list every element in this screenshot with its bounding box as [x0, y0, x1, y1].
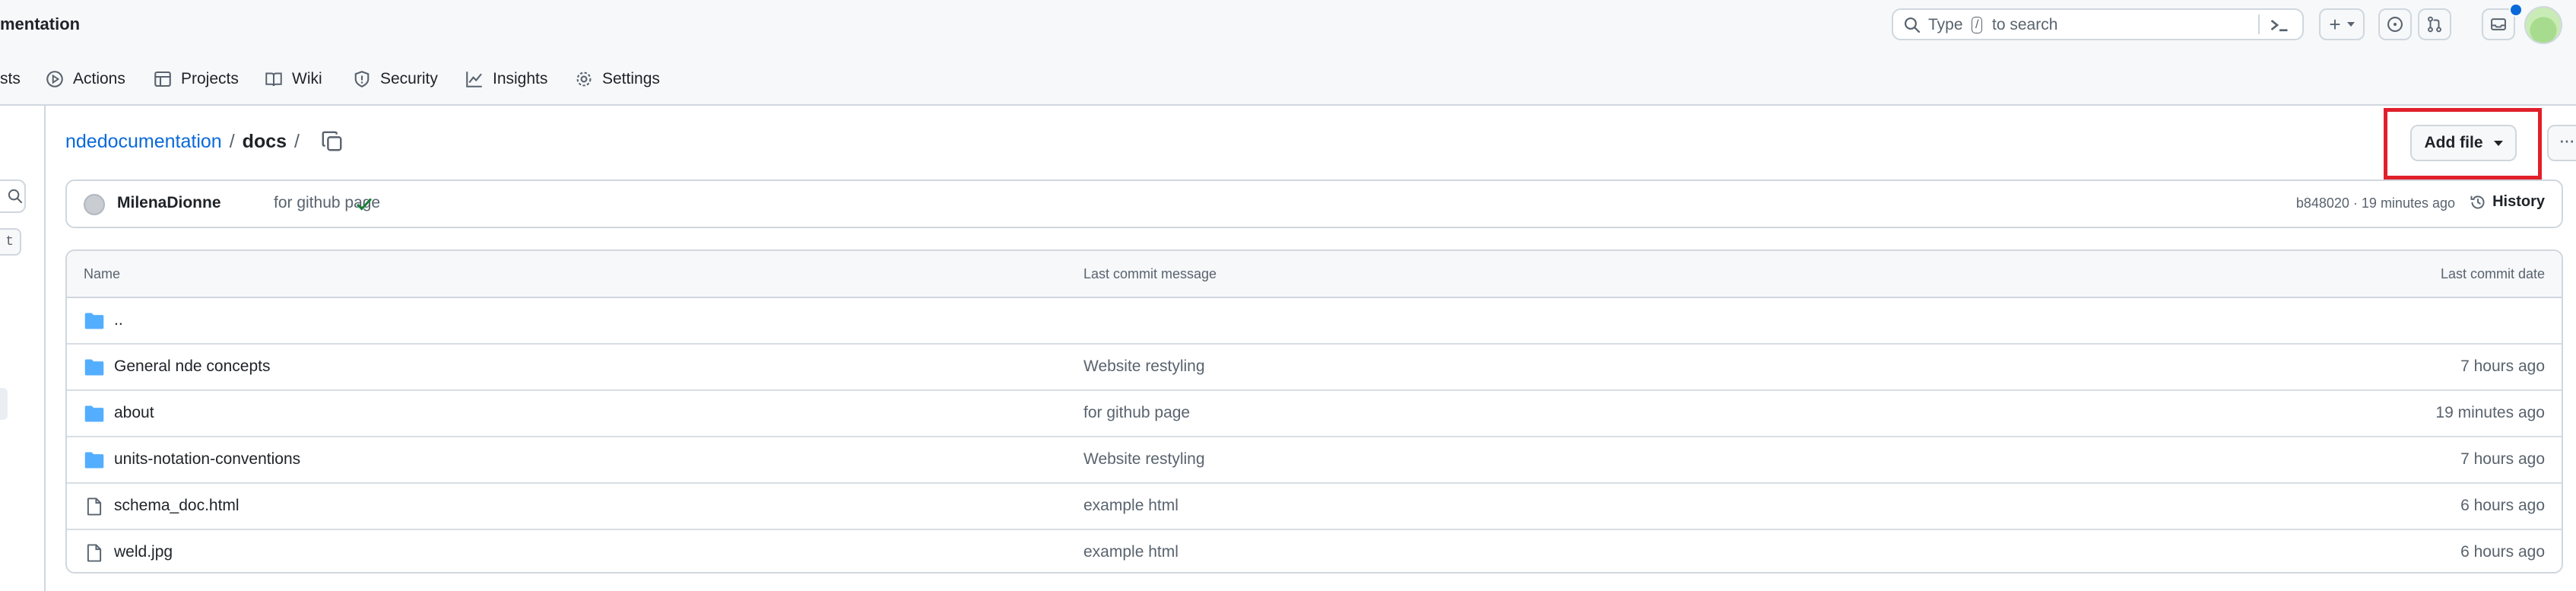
file-icon — [87, 497, 102, 516]
history-icon — [2470, 195, 2485, 208]
folder-icon — [84, 452, 104, 469]
issue-icon — [2387, 17, 2403, 32]
chevron-down-icon — [2346, 22, 2355, 27]
column-header-name: Name — [84, 266, 121, 281]
check-icon[interactable] — [354, 194, 374, 214]
tab-label: Actions — [73, 70, 125, 87]
file-name[interactable]: .. — [114, 311, 123, 329]
avatar[interactable] — [2524, 6, 2562, 44]
file-icon — [87, 544, 102, 562]
sidebar-selected-item[interactable] — [0, 388, 8, 420]
tab-actions[interactable]: Actions — [46, 65, 125, 93]
commit-date: 7 hours ago — [2460, 450, 2545, 468]
tab-settings[interactable]: Settings — [575, 65, 660, 93]
latest-commit-bar: MilenaDionne for github page b848020 · 1… — [65, 180, 2563, 228]
book-icon — [265, 72, 282, 87]
issues-button[interactable] — [2378, 8, 2412, 40]
commit-author[interactable]: MilenaDionne — [117, 194, 221, 212]
create-new-button[interactable]: + — [2319, 8, 2365, 40]
search-placeholder-rest: to search — [1992, 16, 2058, 33]
commit-meta[interactable]: b848020 · 19 minutes ago — [2296, 195, 2455, 211]
folder-icon — [84, 405, 104, 422]
file-search-button[interactable] — [0, 180, 26, 213]
pull-request-icon — [2428, 16, 2441, 33]
file-name[interactable]: units-notation-conventions — [114, 450, 300, 469]
search-placeholder-type: Type — [1928, 16, 1963, 33]
file-name[interactable]: about — [114, 404, 154, 422]
commit-message[interactable]: example html — [1083, 497, 1179, 515]
table-row[interactable]: weld.jpg example html 6 hours ago — [67, 530, 2562, 572]
commit-message[interactable]: Website restyling — [1083, 450, 1205, 469]
commit-date: 6 hours ago — [2460, 497, 2545, 514]
chevron-down-icon — [2493, 140, 2503, 146]
tab-label: Insights — [493, 70, 548, 87]
more-options-button[interactable]: ··· — [2547, 125, 2576, 161]
pull-requests-button[interactable] — [2418, 8, 2451, 40]
breadcrumb-repo-link[interactable]: ndedocumentation — [65, 131, 222, 153]
tab-label: Wiki — [292, 70, 322, 87]
tab-wiki[interactable]: Wiki — [265, 65, 322, 93]
plus-icon: + — [2329, 12, 2341, 36]
table-row[interactable]: schema_doc.html example html 6 hours ago — [67, 484, 2562, 530]
file-table: Name Last commit message Last commit dat… — [65, 249, 2563, 574]
tab-label: sts — [0, 70, 21, 87]
search-divider — [2258, 14, 2260, 34]
go-to-file-shortcut[interactable]: t — [0, 228, 21, 256]
gear-icon — [576, 71, 592, 87]
commit-date: 7 hours ago — [2460, 357, 2545, 375]
table-row[interactable]: units-notation-conventions Website resty… — [67, 437, 2562, 484]
breadcrumb-current: docs — [242, 130, 287, 152]
search-icon — [1904, 17, 1921, 33]
table-row[interactable]: General nde concepts Website restyling 7… — [67, 345, 2562, 391]
sidebar-border — [44, 106, 46, 591]
commit-message[interactable]: for github page — [1083, 404, 1190, 422]
commit-message[interactable]: example html — [1083, 543, 1179, 561]
play-icon — [46, 71, 63, 87]
add-file-label: Add file — [2424, 134, 2483, 151]
tab-pull-requests[interactable]: sts — [0, 65, 21, 93]
folder-icon — [84, 359, 104, 376]
commit-date: 6 hours ago — [2460, 543, 2545, 561]
avatar[interactable] — [84, 194, 105, 215]
commit-date: 19 minutes ago — [2435, 404, 2545, 421]
table-row[interactable]: .. — [67, 298, 2562, 345]
column-header-message: Last commit message — [1083, 266, 1217, 281]
folder-icon — [84, 313, 104, 329]
graph-icon — [466, 71, 482, 87]
tab-insights[interactable]: Insights — [465, 65, 547, 93]
notification-dot — [2509, 3, 2523, 17]
table-icon — [154, 71, 171, 87]
repo-header: mentation Type / to search + sts Actions… — [0, 0, 2576, 106]
tab-label: Security — [380, 70, 438, 87]
table-row[interactable]: about for github page 19 minutes ago — [67, 391, 2562, 437]
inbox-icon — [2491, 18, 2506, 30]
file-name[interactable]: weld.jpg — [114, 543, 173, 561]
commit-message[interactable]: Website restyling — [1083, 357, 1205, 376]
tab-projects[interactable]: Projects — [154, 65, 239, 93]
breadcrumb-separator: / — [229, 130, 235, 152]
breadcrumb: ndedocumentation / docs / — [65, 126, 344, 157]
history-button[interactable]: History — [2470, 193, 2545, 211]
copy-path-icon[interactable] — [321, 130, 344, 153]
command-palette-icon[interactable] — [2266, 15, 2293, 35]
search-input[interactable]: Type / to search — [1892, 8, 2304, 40]
breadcrumb-separator: / — [294, 130, 300, 152]
add-file-button[interactable]: Add file — [2410, 125, 2517, 161]
history-label: History — [2492, 193, 2545, 210]
tab-label: Settings — [602, 70, 660, 87]
search-icon — [8, 189, 23, 204]
file-name[interactable]: General nde concepts — [114, 357, 270, 376]
file-name[interactable]: schema_doc.html — [114, 497, 240, 515]
tab-security[interactable]: Security — [353, 65, 438, 93]
column-header-date: Last commit date — [2440, 266, 2545, 281]
search-shortcut-key: / — [1972, 17, 1983, 33]
tab-label: Projects — [181, 70, 239, 87]
shield-icon — [354, 71, 370, 87]
repo-title[interactable]: mentation — [0, 11, 80, 38]
table-header: Name Last commit message Last commit dat… — [67, 251, 2562, 298]
